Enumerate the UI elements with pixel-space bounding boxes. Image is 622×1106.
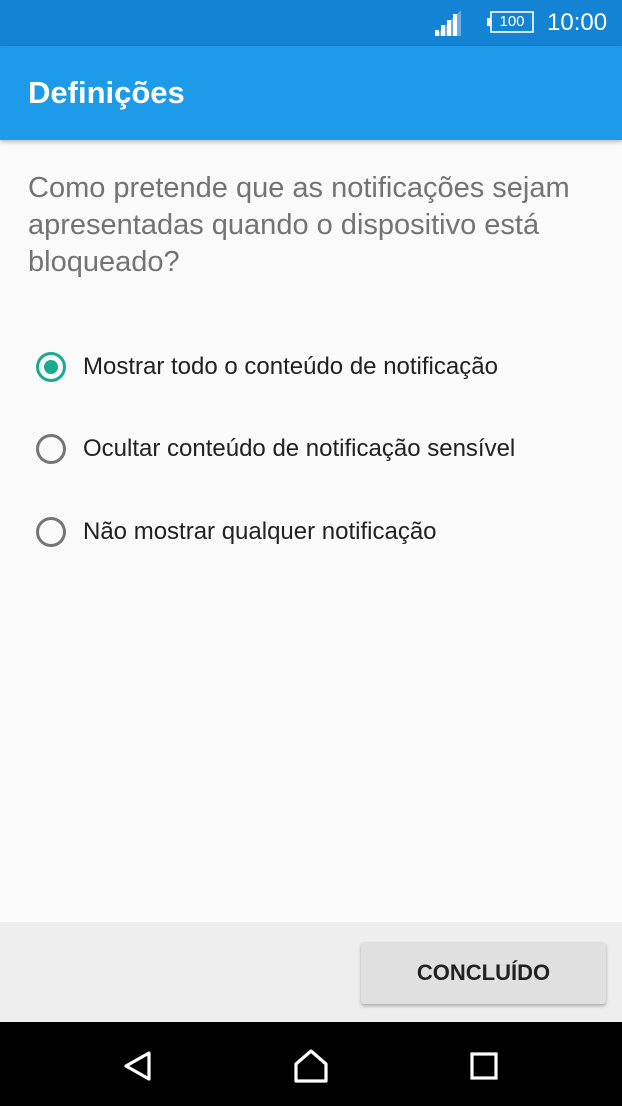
cellular-signal-icon <box>435 10 461 36</box>
home-icon <box>294 1049 328 1083</box>
option-label: Mostrar todo o conteúdo de notificação <box>83 353 498 380</box>
option-show-none[interactable]: Não mostrar qualquer notificação <box>36 504 606 560</box>
recents-square-icon <box>470 1052 498 1080</box>
navigation-bar <box>0 1022 622 1106</box>
back-triangle-icon <box>124 1051 151 1081</box>
done-button[interactable]: CONCLUÍDO <box>361 942 606 1004</box>
radio-unselected-icon[interactable] <box>36 517 66 547</box>
option-label: Ocultar conteúdo de notificação sensível <box>83 435 516 462</box>
status-clock: 10:00 <box>547 9 608 36</box>
recents-button[interactable] <box>464 1046 504 1086</box>
back-button[interactable] <box>118 1046 158 1086</box>
home-button[interactable] <box>291 1046 331 1086</box>
option-label: Não mostrar qualquer notificação <box>83 518 437 545</box>
battery-level: 100 <box>499 13 525 30</box>
status-bar: 100 10:00 <box>0 0 622 46</box>
page-title: Definições <box>28 75 185 110</box>
option-show-all[interactable]: Mostrar todo o conteúdo de notificação <box>36 339 606 395</box>
radio-selected-icon[interactable] <box>36 352 66 382</box>
question-text: Como pretende que as notificações sejam … <box>28 172 570 278</box>
option-hide-sensitive[interactable]: Ocultar conteúdo de notificação sensível <box>36 421 606 477</box>
footer-bar: CONCLUÍDO <box>0 922 622 1022</box>
app-bar: Definições <box>0 46 622 140</box>
radio-unselected-icon[interactable] <box>36 434 66 464</box>
